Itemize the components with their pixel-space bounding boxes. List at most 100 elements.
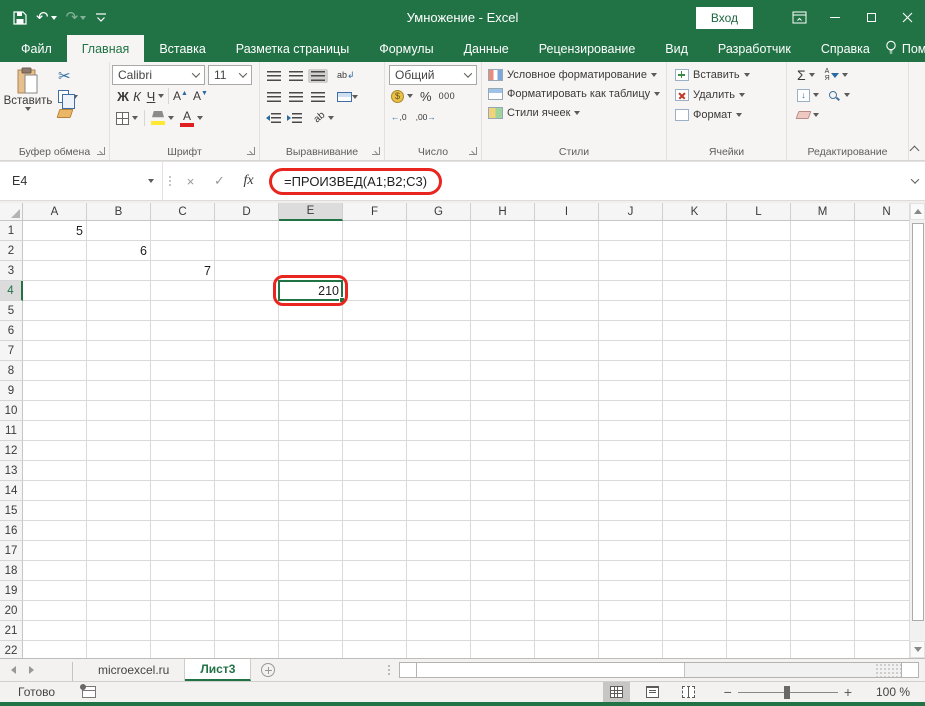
row-header-21[interactable]: 21	[0, 621, 23, 641]
cell-L16[interactable]	[727, 521, 791, 541]
cell-E7[interactable]	[279, 341, 343, 361]
zoom-slider-thumb[interactable]	[783, 685, 790, 699]
row-header-13[interactable]: 13	[0, 461, 23, 481]
cell-L9[interactable]	[727, 381, 791, 401]
row-header-18[interactable]: 18	[0, 561, 23, 581]
cell-H19[interactable]	[471, 581, 535, 601]
cell-M14[interactable]	[791, 481, 855, 501]
cell-F20[interactable]	[343, 601, 407, 621]
cell-B22[interactable]	[87, 641, 151, 658]
cell-F16[interactable]	[343, 521, 407, 541]
cell-C3[interactable]: 7	[151, 261, 215, 281]
cell-L5[interactable]	[727, 301, 791, 321]
cell-E1[interactable]	[279, 221, 343, 241]
font-name-combo[interactable]: Calibri	[112, 65, 205, 85]
cell-C7[interactable]	[151, 341, 215, 361]
column-header-C[interactable]: C	[151, 203, 215, 221]
cell-B6[interactable]	[87, 321, 151, 341]
cell-L17[interactable]	[727, 541, 791, 561]
cell-H1[interactable]	[471, 221, 535, 241]
cell-A21[interactable]	[23, 621, 87, 641]
cell-M6[interactable]	[791, 321, 855, 341]
decrease-decimal-button[interactable]: ,00→	[416, 112, 436, 122]
cell-A18[interactable]	[23, 561, 87, 581]
cell-I22[interactable]	[535, 641, 599, 658]
row-header-9[interactable]: 9	[0, 381, 23, 401]
cell-G16[interactable]	[407, 521, 471, 541]
tab-Вставка[interactable]: Вставка	[144, 35, 220, 62]
cell-M18[interactable]	[791, 561, 855, 581]
cell-C12[interactable]	[151, 441, 215, 461]
cell-D13[interactable]	[215, 461, 279, 481]
font-color-button[interactable]: А	[180, 110, 203, 127]
wrap-text-button[interactable]: ab↲	[334, 69, 358, 82]
cell-M10[interactable]	[791, 401, 855, 421]
cell-F6[interactable]	[343, 321, 407, 341]
font-dialog-launcher-icon[interactable]	[247, 147, 255, 155]
cell-B11[interactable]	[87, 421, 151, 441]
cell-B7[interactable]	[87, 341, 151, 361]
cell-E15[interactable]	[279, 501, 343, 521]
cell-K2[interactable]	[663, 241, 727, 261]
row-header-14[interactable]: 14	[0, 481, 23, 501]
column-header-K[interactable]: K	[663, 203, 727, 221]
align-left-button[interactable]	[264, 90, 284, 104]
cell-C4[interactable]	[151, 281, 215, 301]
clear-button[interactable]	[795, 111, 819, 119]
cell-K18[interactable]	[663, 561, 727, 581]
cell-I13[interactable]	[535, 461, 599, 481]
cell-M19[interactable]	[791, 581, 855, 601]
cell-I3[interactable]	[535, 261, 599, 281]
save-icon[interactable]	[13, 10, 27, 25]
cell-F17[interactable]	[343, 541, 407, 561]
cell-I14[interactable]	[535, 481, 599, 501]
cell-C9[interactable]	[151, 381, 215, 401]
cell-F9[interactable]	[343, 381, 407, 401]
cell-A3[interactable]	[23, 261, 87, 281]
cell-C21[interactable]	[151, 621, 215, 641]
cell-F19[interactable]	[343, 581, 407, 601]
row-header-8[interactable]: 8	[0, 361, 23, 381]
cell-E10[interactable]	[279, 401, 343, 421]
cell-G3[interactable]	[407, 261, 471, 281]
cell-A12[interactable]	[23, 441, 87, 461]
page-layout-view-button[interactable]	[639, 682, 666, 702]
cell-F1[interactable]	[343, 221, 407, 241]
cell-D10[interactable]	[215, 401, 279, 421]
sort-filter-button[interactable]: АЯ	[825, 68, 848, 82]
number-dialog-launcher-icon[interactable]	[469, 147, 477, 155]
cell-K16[interactable]	[663, 521, 727, 541]
cell-A17[interactable]	[23, 541, 87, 561]
cell-L7[interactable]	[727, 341, 791, 361]
cell-H11[interactable]	[471, 421, 535, 441]
cell-M3[interactable]	[791, 261, 855, 281]
row-header-5[interactable]: 5	[0, 301, 23, 321]
cell-A1[interactable]: 5	[23, 221, 87, 241]
cell-C20[interactable]	[151, 601, 215, 621]
cell-H7[interactable]	[471, 341, 535, 361]
close-button[interactable]	[889, 0, 925, 35]
normal-view-button[interactable]	[602, 682, 630, 702]
cell-G12[interactable]	[407, 441, 471, 461]
cell-B9[interactable]	[87, 381, 151, 401]
copy-button[interactable]	[58, 90, 78, 109]
cell-G5[interactable]	[407, 301, 471, 321]
cell-C2[interactable]	[151, 241, 215, 261]
cell-I6[interactable]	[535, 321, 599, 341]
column-header-D[interactable]: D	[215, 203, 279, 221]
cell-G15[interactable]	[407, 501, 471, 521]
cell-H21[interactable]	[471, 621, 535, 641]
format-cells-button[interactable]: Формат	[669, 105, 784, 125]
cell-K1[interactable]	[663, 221, 727, 241]
vertical-scrollbar-thumb[interactable]	[911, 223, 924, 621]
cell-B12[interactable]	[87, 441, 151, 461]
cell-D20[interactable]	[215, 601, 279, 621]
helper-tab[interactable]: Помощн	[902, 42, 925, 56]
cell-A2[interactable]	[23, 241, 87, 261]
tab-Рецензирование[interactable]: Рецензирование	[524, 35, 651, 62]
select-all-corner[interactable]	[0, 203, 23, 221]
cell-K14[interactable]	[663, 481, 727, 501]
cell-I18[interactable]	[535, 561, 599, 581]
cell-K15[interactable]	[663, 501, 727, 521]
cell-J1[interactable]	[599, 221, 663, 241]
